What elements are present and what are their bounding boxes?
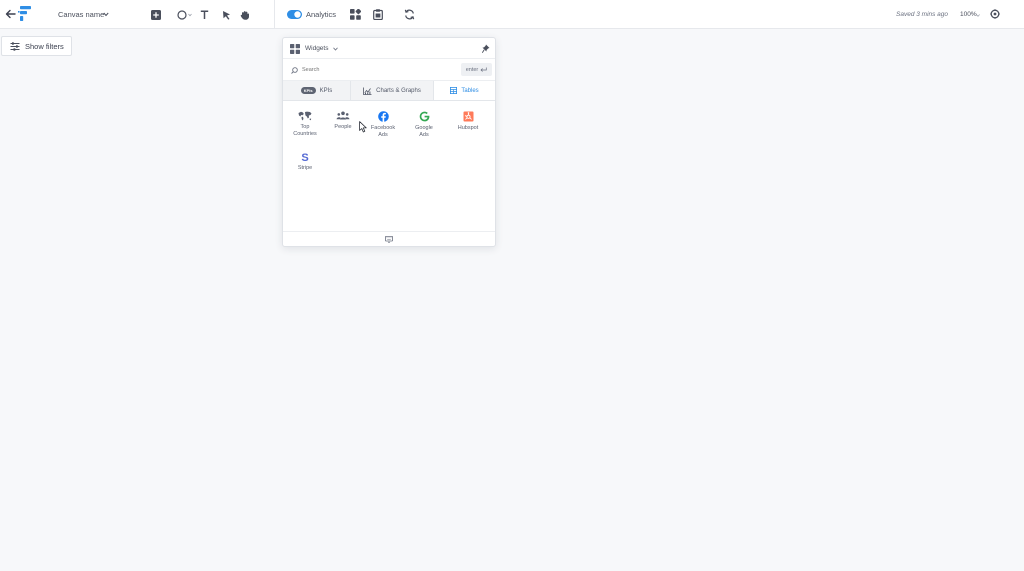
widgets-panel-footer	[283, 231, 495, 246]
widgets-search-row: enter	[283, 59, 495, 81]
widgets-search-input[interactable]	[302, 64, 452, 76]
mouse-cursor-icon	[359, 121, 367, 133]
pin-icon[interactable]	[482, 44, 490, 53]
toolbar-divider	[274, 0, 275, 29]
show-filters-label: Show filters	[25, 41, 64, 51]
show-filters-button[interactable]: Show filters	[1, 36, 72, 56]
analytics-toggle[interactable]	[287, 10, 302, 19]
clipboard-icon[interactable]	[373, 9, 383, 20]
widgets-icon[interactable]	[350, 9, 361, 20]
filters-sliders-icon	[10, 41, 20, 51]
pointer-icon[interactable]	[222, 10, 231, 20]
table-icon	[450, 87, 458, 94]
widget-label: People	[334, 124, 352, 130]
widget-stripe[interactable]: S Stripe	[285, 151, 325, 172]
widget-people[interactable]: People	[323, 111, 363, 131]
widgets-panel: Widgets enter KPIs KPIs	[282, 37, 496, 247]
widgets-grid-icon	[290, 44, 300, 54]
widget-top-countries[interactable]: Top Countries	[285, 111, 325, 137]
back-arrow-icon[interactable]	[5, 9, 16, 19]
world-map-icon	[298, 111, 312, 121]
facebook-icon	[377, 111, 389, 122]
tab-tables[interactable]: Tables	[434, 81, 495, 100]
kpi-badge-icon: KPIs	[300, 87, 316, 94]
widgets-chevron-down-icon[interactable]	[333, 47, 338, 51]
widget-label: Hubspot	[457, 125, 479, 131]
refresh-icon[interactable]	[404, 9, 415, 20]
widget-label: Top Countries	[293, 124, 317, 137]
app-logo-icon[interactable]	[18, 6, 32, 21]
hand-tool-icon[interactable]	[240, 10, 250, 20]
zoom-chevron-icon[interactable]	[976, 14, 980, 17]
tab-tables-label: Tables	[461, 87, 479, 94]
tab-kpis[interactable]: KPIs KPIs	[283, 81, 351, 100]
widgets-title[interactable]: Widgets	[305, 45, 328, 52]
svg-text:S: S	[301, 152, 308, 162]
tab-charts-label: Charts & Graphs	[376, 87, 421, 94]
settings-gear-icon[interactable]	[990, 9, 1000, 19]
people-icon	[336, 111, 350, 120]
widget-hubspot[interactable]: Hubspot	[448, 111, 488, 132]
stripe-icon: S	[301, 152, 308, 162]
widgets-panel-header: Widgets	[283, 38, 495, 59]
charts-icon	[363, 87, 372, 95]
text-tool-icon[interactable]	[200, 10, 209, 20]
widget-label: Google Ads	[415, 125, 433, 138]
widget-google-ads[interactable]: Google Ads	[404, 111, 444, 138]
add-icon[interactable]	[151, 10, 161, 20]
saved-status: Saved 3 mins ago	[896, 11, 949, 18]
zoom-level[interactable]: 100%	[960, 11, 977, 18]
enter-key-hint[interactable]: enter	[461, 63, 492, 76]
enter-return-icon	[480, 67, 487, 72]
widget-facebook-ads[interactable]: Facebook Ads	[363, 111, 403, 138]
top-toolbar: Canvas name Analytics Saved 3 mins ago 1…	[0, 0, 1024, 29]
widget-label: Facebook Ads	[370, 125, 396, 138]
enter-label: enter	[465, 66, 479, 73]
tab-charts-graphs[interactable]: Charts & Graphs	[351, 81, 434, 100]
widget-label: Stripe	[297, 165, 313, 171]
widgets-tabs: KPIs KPIs Charts & Graphs Tables	[283, 81, 495, 101]
canvas-name[interactable]: Canvas name	[58, 10, 104, 19]
keyboard-icon[interactable]	[385, 236, 393, 243]
shape-circle-icon[interactable]	[177, 10, 193, 20]
hubspot-icon	[463, 111, 473, 122]
tab-kpis-label: KPIs	[319, 87, 333, 94]
analytics-label: Analytics	[306, 10, 337, 19]
google-icon	[419, 111, 429, 122]
chevron-down-icon[interactable]	[103, 12, 109, 17]
search-icon	[291, 67, 298, 74]
